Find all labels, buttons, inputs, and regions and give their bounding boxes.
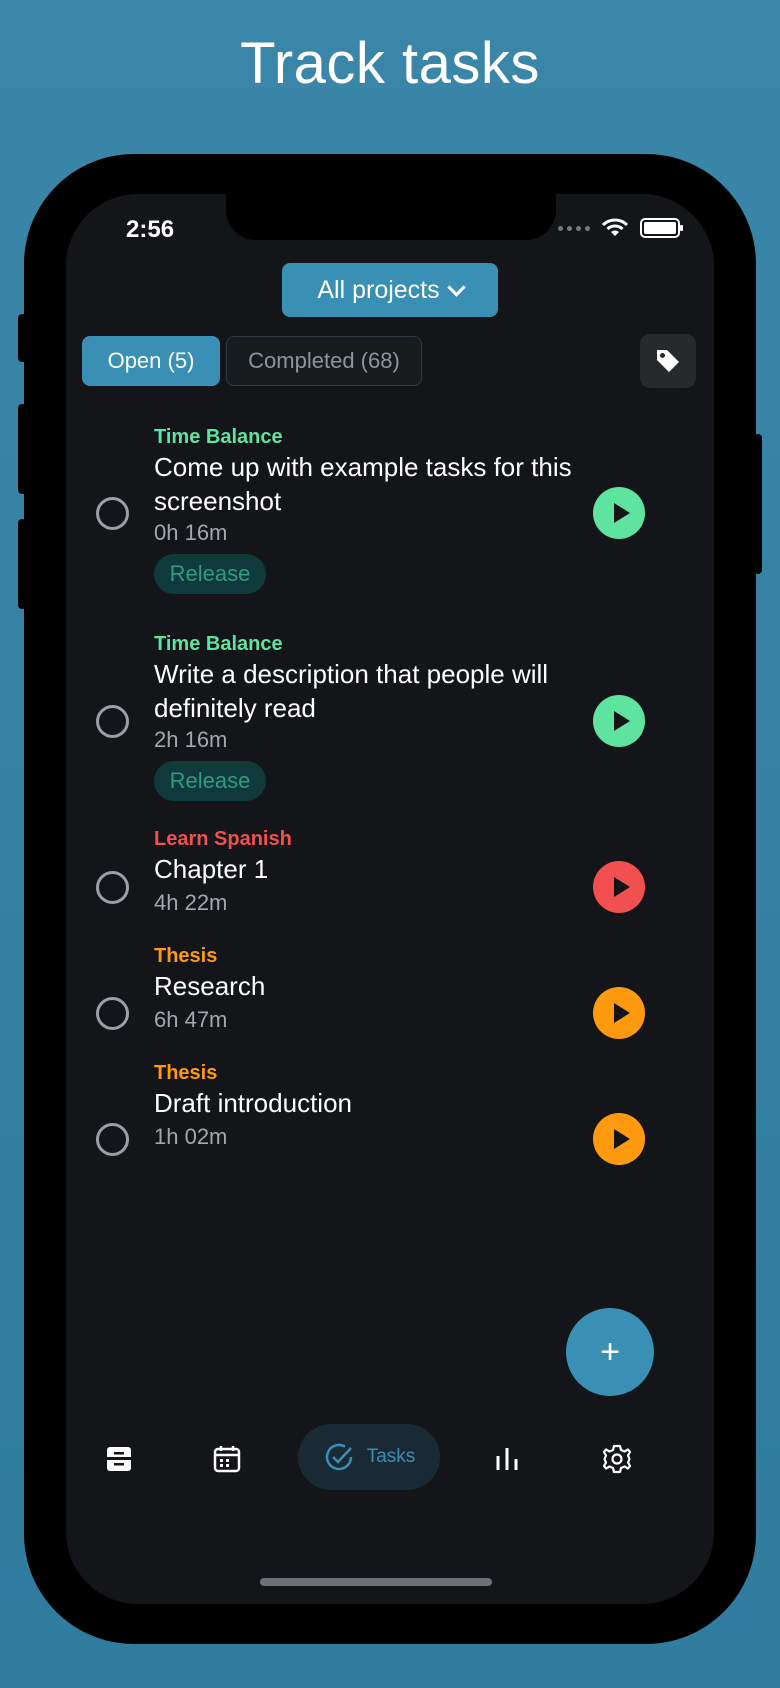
status-time: 2:56 <box>126 216 175 243</box>
plus-icon: + <box>600 1332 620 1371</box>
tag-icon <box>657 350 679 372</box>
project-selector-label: All projects <box>317 275 440 304</box>
battery-icon <box>640 218 683 238</box>
power-button <box>754 434 762 574</box>
play-icon[interactable] <box>593 695 645 747</box>
task-duration: 6h 47m <box>154 1007 228 1032</box>
project-selector[interactable]: All projects <box>282 263 498 317</box>
nav-calendar[interactable] <box>202 1434 252 1484</box>
nav-tasks-label: Tasks <box>366 1446 416 1467</box>
task-title: Come up with example tasks for this scre… <box>154 452 572 516</box>
nav-tasks[interactable]: Tasks <box>298 1424 440 1490</box>
play-icon[interactable] <box>593 1113 645 1165</box>
play-icon[interactable] <box>593 987 645 1039</box>
nav-inbox[interactable] <box>94 1434 144 1484</box>
task-title: Research <box>154 971 266 1001</box>
play-icon[interactable] <box>593 487 645 539</box>
task-title: Draft introduction <box>154 1088 352 1118</box>
stats-icon <box>496 1448 518 1470</box>
volume-up-button <box>18 404 26 494</box>
task-duration: 4h 22m <box>154 890 228 915</box>
home-indicator <box>260 1578 492 1586</box>
task-project: Time Balance <box>154 633 283 655</box>
task-project: Learn Spanish <box>154 828 292 850</box>
headline: Track tasks <box>240 31 540 96</box>
check-circle-icon <box>325 1443 352 1471</box>
task-duration: 1h 02m <box>154 1124 228 1149</box>
gear-icon <box>602 1444 632 1474</box>
signal-icon <box>558 225 590 231</box>
phone-frame: 2:56 All projects Open (5) Completed (68… <box>18 154 762 1644</box>
task-title: Chapter 1 <box>154 854 269 884</box>
tab-completed[interactable]: Completed (68) <box>226 336 422 386</box>
inbox-icon <box>107 1447 131 1471</box>
label-chip[interactable]: Release <box>154 761 266 801</box>
task-duration: 2h 16m <box>154 727 228 752</box>
task-duration: 0h 16m <box>154 520 228 545</box>
play-icon[interactable] <box>593 861 645 913</box>
tag-filter-button[interactable] <box>640 334 696 388</box>
add-task-button[interactable]: + <box>566 1308 654 1396</box>
app-screen: 2:56 All projects Open (5) Completed (68… <box>66 194 714 1604</box>
task-checkbox[interactable] <box>96 997 129 1030</box>
label-chip[interactable]: Release <box>154 554 266 594</box>
task-project: Thesis <box>154 1062 218 1084</box>
task-checkbox[interactable] <box>96 497 129 530</box>
notch <box>226 194 556 240</box>
bottom-nav: Tasks <box>66 1424 714 1494</box>
mute-switch <box>18 314 26 362</box>
nav-stats[interactable] <box>482 1434 532 1484</box>
wifi-icon <box>602 218 628 236</box>
nav-settings[interactable] <box>592 1434 642 1484</box>
status-icons <box>558 218 683 238</box>
task-project: Time Balance <box>154 426 283 448</box>
volume-down-button <box>18 519 26 609</box>
task-checkbox[interactable] <box>96 705 129 738</box>
task-checkbox[interactable] <box>96 1123 129 1156</box>
calendar-icon <box>213 1446 241 1473</box>
tab-open[interactable]: Open (5) <box>82 336 220 386</box>
task-project: Thesis <box>154 945 218 967</box>
chevron-down-icon <box>446 277 466 297</box>
task-checkbox[interactable] <box>96 871 129 904</box>
task-title: Write a description that people will def… <box>154 659 549 723</box>
